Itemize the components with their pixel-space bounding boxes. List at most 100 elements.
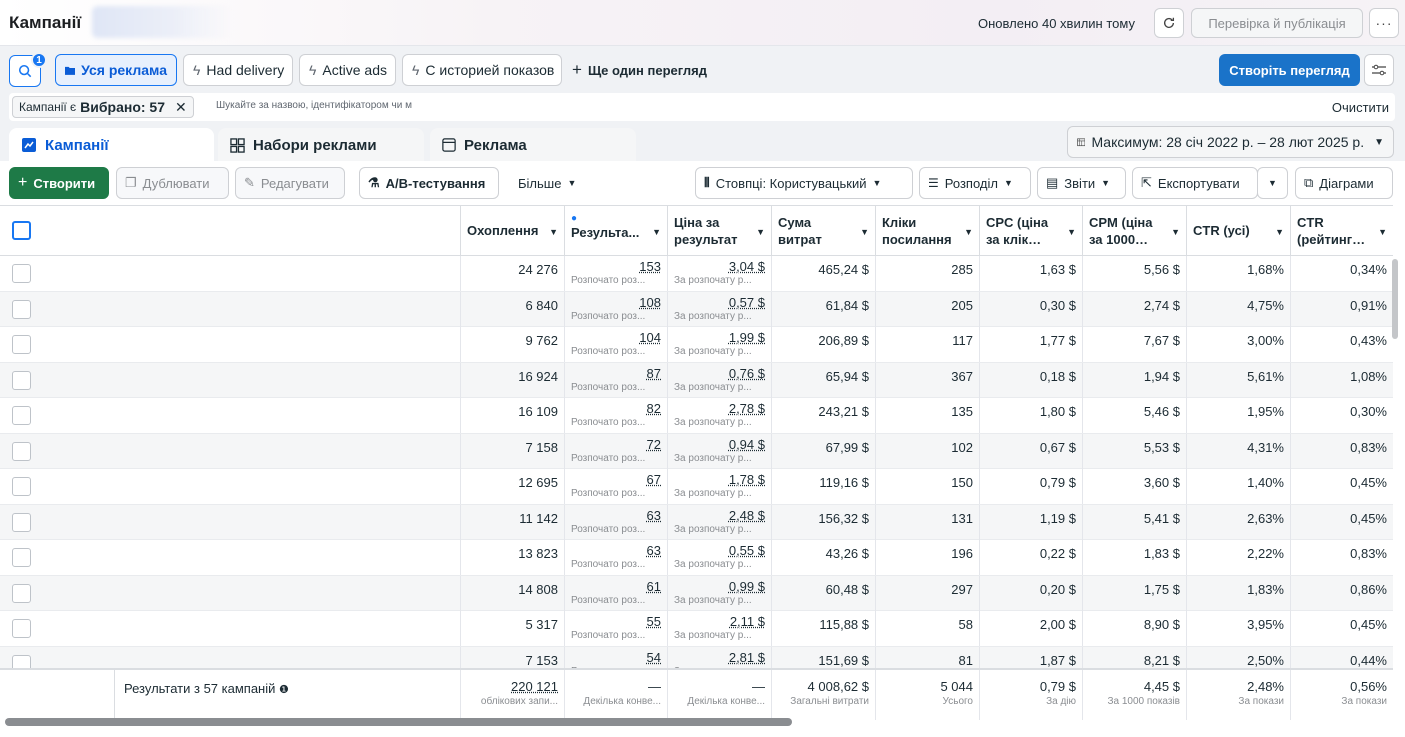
clear-filters-link[interactable]: Очистити — [1332, 100, 1389, 115]
results-cell[interactable]: 72 Розпочато роз... — [564, 433, 667, 469]
cost-cell[interactable]: 2,81 $За розпочату р... — [667, 646, 771, 668]
review-publish-button[interactable]: Перевірка й публікація — [1191, 8, 1363, 38]
info-icon[interactable]: ❶ — [279, 684, 289, 696]
export-button[interactable]: ⇱ Експортувати — [1132, 167, 1258, 199]
cpm-header[interactable]: CPM (ціна за 1000… ▼ — [1082, 206, 1186, 256]
sort-caret-icon: ▼ — [1171, 227, 1180, 237]
row-checkbox[interactable] — [12, 335, 31, 354]
vertical-scrollbar[interactable] — [1392, 259, 1398, 339]
cost-cell[interactable]: 3,04 $ За розпочату р... — [667, 256, 771, 291]
ctr-all-header[interactable]: CTR (усі) ▼ — [1186, 206, 1290, 256]
duplicate-button[interactable]: ❐ Дублювати — [116, 167, 229, 199]
row-checkbox[interactable] — [12, 264, 31, 283]
reports-button[interactable]: ▤ Звіти ▼ — [1037, 167, 1126, 199]
table-row[interactable]: 16 109 82 Розпочато роз... 2,78 $ За розпоча… — [0, 398, 1393, 434]
row-checkbox[interactable] — [12, 548, 31, 567]
filter-search-input[interactable]: Шукайте за назвою, ідентифікатором чи м — [216, 100, 412, 111]
edit-button[interactable]: ✎ Редагувати — [235, 167, 345, 199]
row-checkbox[interactable] — [12, 477, 31, 496]
tab-campaigns[interactable]: Кампанії — [9, 128, 214, 162]
row-checkbox[interactable] — [12, 370, 31, 390]
cost-cell[interactable]: 1,78 $ За розпочату р... — [667, 469, 771, 504]
view-with-history[interactable]: ϟ С историей показов — [402, 54, 562, 86]
table-row[interactable]: 7 158 72 Розпочато роз... 0,94 $ За розпочат… — [0, 433, 1393, 469]
table-row[interactable]: 6 840 108 Розпочато роз... 0,57 $ За розпоча… — [0, 291, 1393, 327]
table-row[interactable]: 16 924 87 Розпочато роз... 0,76 $ За розпоча… — [0, 362, 1393, 398]
spend-header[interactable]: Сума витрат ▼ — [771, 206, 875, 256]
select-all-checkbox[interactable] — [12, 221, 31, 240]
breakdown-button[interactable]: ☰ Розподіл ▼ — [919, 167, 1031, 199]
ctr-link-header[interactable]: CTR (рейтинг… ▼ — [1290, 206, 1393, 256]
ab-test-button[interactable]: ⚗ A/B-тестування — [359, 167, 499, 199]
cost-cell[interactable]: 2,48 $ За розпочату р... — [667, 504, 771, 540]
more-options-button[interactable]: ··· — [1369, 8, 1399, 38]
cost-cell[interactable]: 2,11 $ За розпочату р... — [667, 611, 771, 646]
date-range-picker[interactable]: Максимум: 28 січ 2022 р. – 28 лют 2025 р… — [1067, 126, 1394, 158]
info-icon[interactable]: ● — [571, 214, 661, 224]
create-view-button[interactable]: Створіть перегляд — [1219, 54, 1360, 86]
view-active-ads[interactable]: ϟ Active ads — [299, 54, 396, 86]
results-cell[interactable]: 63 Розпочато роз... — [564, 540, 667, 575]
results-cell[interactable]: 82 Розпочато роз... — [564, 398, 667, 433]
results-cell[interactable]: 63 Розпочато роз... — [564, 504, 667, 540]
table-row[interactable]: 9 762 104 Розпочато роз... 1,99 $ За розпоча… — [0, 327, 1393, 363]
cost-cell[interactable]: 0,55 $ За розпочату р... — [667, 540, 771, 575]
cost-cell[interactable]: 2,78 $ За розпочату р... — [667, 398, 771, 433]
export-dropdown-button[interactable]: ▼ — [1257, 167, 1288, 199]
view-had-delivery[interactable]: ϟ Had delivery — [183, 54, 293, 86]
tab-ad-sets[interactable]: Набори реклами — [218, 128, 424, 162]
row-checkbox[interactable] — [12, 441, 31, 461]
results-cell[interactable]: 108 Розпочато роз... — [564, 291, 667, 327]
row-checkbox[interactable] — [12, 654, 31, 668]
table-row[interactable]: 5 317 55 Розпочато роз... 2,11 $ За розпочат… — [0, 611, 1393, 647]
results-cell[interactable]: 54Розпочато роз... — [564, 646, 667, 668]
cpm-cell: 1,75 $ — [1082, 575, 1186, 611]
table-row[interactable]: 24 276 153 Розпочато роз... 3,04 $ За розпоч… — [0, 256, 1393, 292]
charts-button[interactable]: ⧉ Діаграми — [1295, 167, 1393, 199]
results-cell[interactable]: 104 Розпочато роз... — [564, 327, 667, 362]
spend-cell: 65,94 $ — [771, 362, 875, 398]
ctr-all-value: 2,63% — [1247, 510, 1284, 526]
results-cell[interactable]: 67 Розпочато роз... — [564, 469, 667, 504]
columns-button[interactable]: ⦀ Стовпці: Користувацький ▼ — [695, 167, 913, 199]
table-row[interactable]: 13 823 63 Розпочато роз... 0,55 $ За розпоча… — [0, 540, 1393, 576]
cost-cell[interactable]: 0,99 $ За розпочату р... — [667, 575, 771, 611]
cpm-cell: 5,53 $ — [1082, 433, 1186, 469]
cost-cell[interactable]: 0,76 $ За розпочату р... — [667, 362, 771, 398]
add-view-button[interactable]: + Ще один перегляд — [572, 54, 707, 86]
filter-chip-campaigns[interactable]: Кампанії є Вибрано: 57 ✕ — [12, 96, 194, 118]
cpm-value: 8,21 $ — [1143, 652, 1180, 668]
cost-cell[interactable]: 1,99 $ За розпочату р... — [667, 327, 771, 362]
create-button[interactable]: + Створити — [9, 167, 109, 199]
table-row[interactable]: 7 153 54Розпочато роз...2,81 $За розпочат… — [0, 646, 1393, 668]
cpm-value: 5,46 $ — [1143, 404, 1180, 419]
cost-cell[interactable]: 0,94 $ За розпочату р... — [667, 433, 771, 469]
table-row[interactable]: 12 695 67 Розпочато роз... 1,78 $ За розпоча… — [0, 469, 1393, 505]
close-icon[interactable]: ✕ — [175, 99, 187, 116]
link-clicks-header[interactable]: Кліки посилання ▼ — [875, 206, 979, 256]
results-header[interactable]: ● Результа... ▼ — [564, 206, 667, 256]
tab-ads[interactable]: Реклама — [430, 128, 636, 162]
more-button[interactable]: Більше ▼ — [510, 167, 590, 199]
reach-header[interactable]: Охоплення ▼ — [460, 206, 564, 256]
cost-per-result-header[interactable]: Ціна за результат ▼ — [667, 206, 771, 256]
results-cell[interactable]: 87 Розпочато роз... — [564, 362, 667, 398]
ctr-all-value: 1,68% — [1247, 262, 1284, 277]
view-all-ads[interactable]: Уся реклама — [55, 54, 177, 86]
refresh-button[interactable] — [1154, 8, 1184, 38]
view-settings-button[interactable] — [1364, 54, 1394, 86]
row-checkbox[interactable] — [12, 512, 31, 532]
results-cell[interactable]: 61 Розпочато роз... — [564, 575, 667, 611]
cpm-value: 8,90 $ — [1143, 617, 1180, 632]
row-checkbox[interactable] — [12, 299, 31, 319]
row-checkbox[interactable] — [12, 583, 31, 603]
table-row[interactable]: 14 808 61 Розпочато роз... 0,99 $ За розпоча… — [0, 575, 1393, 611]
results-cell[interactable]: 55 Розпочато роз... — [564, 611, 667, 646]
results-cell[interactable]: 153 Розпочато роз... — [564, 256, 667, 291]
row-checkbox[interactable] — [12, 406, 31, 425]
cpc-header[interactable]: CPC (ціна за клік… ▼ — [979, 206, 1082, 256]
cost-cell[interactable]: 0,57 $ За розпочату р... — [667, 291, 771, 327]
horizontal-scrollbar[interactable] — [5, 718, 792, 726]
row-checkbox[interactable] — [12, 619, 31, 638]
table-row[interactable]: 11 142 63 Розпочато роз... 2,48 $ За розпоча… — [0, 504, 1393, 540]
